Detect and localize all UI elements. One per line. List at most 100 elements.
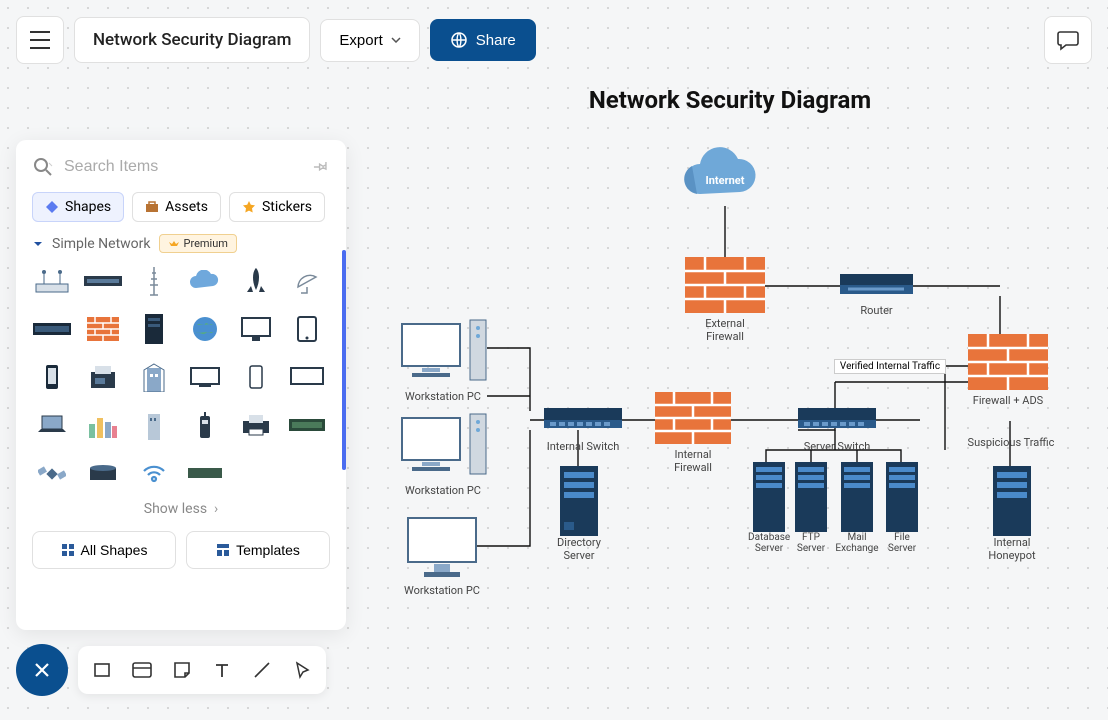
node-mail-exchange[interactable]: Mail Exchange xyxy=(834,462,880,554)
node-internal-switch[interactable]: Internal Switch xyxy=(544,408,622,453)
shape-wifi-router[interactable] xyxy=(32,263,72,299)
comments-button[interactable] xyxy=(1044,16,1092,64)
shape-desktop-monitor[interactable] xyxy=(236,311,276,347)
shape-globe[interactable] xyxy=(185,311,225,347)
shape-office-tower[interactable] xyxy=(134,407,174,443)
premium-badge: Premium xyxy=(159,234,237,253)
scrollbar-thumb[interactable] xyxy=(342,250,346,470)
chevron-right-icon: › xyxy=(214,501,218,517)
node-workstation-2[interactable]: Workstation PC xyxy=(398,412,488,497)
server-icon xyxy=(795,462,827,532)
shape-satellite-small[interactable] xyxy=(32,455,72,491)
node-internal-honeypot[interactable]: Internal Honeypot xyxy=(986,466,1038,562)
close-icon xyxy=(32,660,52,680)
node-database-server[interactable]: Database Server xyxy=(748,462,790,554)
shape-building[interactable] xyxy=(134,359,174,395)
layout-icon xyxy=(216,543,230,557)
shape-rack-unit[interactable] xyxy=(287,407,327,443)
diagram-title-box[interactable]: Network Security Diagram xyxy=(74,17,310,63)
shape-fax-machine[interactable] xyxy=(83,359,123,395)
workstation-icon xyxy=(398,412,488,480)
server-icon xyxy=(841,462,873,532)
shape-widescreen[interactable] xyxy=(287,359,327,395)
shape-rack-switch-2[interactable] xyxy=(32,311,72,347)
templates-button[interactable]: Templates xyxy=(186,531,330,569)
tab-shapes-label: Shapes xyxy=(65,199,111,215)
shape-laptop[interactable] xyxy=(32,407,72,443)
shape-satellite-dish[interactable] xyxy=(287,263,327,299)
search-input[interactable] xyxy=(64,158,302,176)
chevron-down-icon xyxy=(32,239,44,249)
category-name: Simple Network xyxy=(52,236,151,252)
diamond-icon xyxy=(45,200,59,214)
diagram-canvas[interactable]: Network Security Diagram Internet Extern… xyxy=(360,86,1100,646)
tab-assets[interactable]: Assets xyxy=(132,192,221,222)
crown-icon xyxy=(168,239,180,249)
caret-down-icon xyxy=(391,37,401,43)
node-workstation-3[interactable]: Workstation PC xyxy=(402,514,482,597)
shape-cordless-phone[interactable] xyxy=(185,407,225,443)
shape-server-tower[interactable] xyxy=(134,311,174,347)
shape-antenna-tower[interactable] xyxy=(134,263,174,299)
shape-rack-switch-1[interactable] xyxy=(83,263,123,299)
shape-flat-monitor[interactable] xyxy=(185,359,225,395)
hamburger-icon xyxy=(29,31,51,49)
node-workstation-1[interactable]: Workstation PC xyxy=(398,318,488,403)
shape-cityscape[interactable] xyxy=(83,407,123,443)
node-router[interactable]: Router xyxy=(840,274,913,317)
workstation-icon xyxy=(398,318,488,386)
server-icon xyxy=(560,466,598,536)
shape-disk-drive[interactable] xyxy=(83,455,123,491)
share-button[interactable]: Share xyxy=(430,19,536,61)
node-server-switch[interactable]: Server Switch xyxy=(798,408,876,453)
node-firewall-ads[interactable]: Firewall + ADS xyxy=(968,334,1048,407)
briefcase-icon xyxy=(145,200,159,214)
category-tabs: Shapes Assets Stickers xyxy=(32,192,330,222)
shape-grid xyxy=(32,263,330,491)
shape-printer[interactable] xyxy=(236,407,276,443)
tool-rectangle[interactable] xyxy=(82,650,122,690)
share-label: Share xyxy=(476,32,516,49)
shape-wifi-signal[interactable] xyxy=(134,455,174,491)
shape-smartphone[interactable] xyxy=(32,359,72,395)
node-internal-firewall[interactable]: Internal Firewall xyxy=(655,392,731,474)
export-label: Export xyxy=(339,32,382,49)
shape-small-switch[interactable] xyxy=(185,455,225,491)
note-icon xyxy=(172,660,192,680)
tab-assets-label: Assets xyxy=(165,199,208,215)
search-icon[interactable] xyxy=(32,156,54,178)
export-button[interactable]: Export xyxy=(320,19,419,62)
star-icon xyxy=(242,200,256,214)
shape-tablet[interactable] xyxy=(287,311,327,347)
shape-cloud[interactable] xyxy=(185,263,225,299)
server-icon xyxy=(993,466,1031,536)
show-less-button[interactable]: Show less › xyxy=(32,501,330,517)
server-icon xyxy=(753,462,785,532)
hamburger-menu-button[interactable] xyxy=(16,16,64,64)
tool-text[interactable] xyxy=(202,650,242,690)
tool-line[interactable] xyxy=(242,650,282,690)
tab-stickers-label: Stickers xyxy=(262,199,312,215)
tool-card[interactable] xyxy=(122,650,162,690)
pin-icon[interactable] xyxy=(312,158,330,176)
rectangle-icon xyxy=(92,660,112,680)
tab-stickers[interactable]: Stickers xyxy=(229,192,325,222)
monitor-icon xyxy=(402,514,482,580)
tab-shapes[interactable]: Shapes xyxy=(32,192,124,222)
node-internet[interactable]: Internet xyxy=(675,144,775,210)
tool-note[interactable] xyxy=(162,650,202,690)
shape-rocket[interactable] xyxy=(236,263,276,299)
tool-pointer[interactable] xyxy=(282,650,322,690)
shape-brick-firewall[interactable] xyxy=(83,311,123,347)
node-file-server[interactable]: File Server xyxy=(884,462,920,554)
node-directory-server[interactable]: Directory Server xyxy=(553,466,605,562)
close-toolbar-button[interactable] xyxy=(16,644,68,696)
card-icon xyxy=(131,661,153,679)
shape-phone-portrait[interactable] xyxy=(236,359,276,395)
grid-icon xyxy=(61,543,75,557)
node-external-firewall[interactable]: External Firewall xyxy=(685,257,765,343)
category-header[interactable]: Simple Network Premium xyxy=(32,234,330,253)
firewall-icon xyxy=(968,334,1048,390)
node-ftp-server[interactable]: FTP Server xyxy=(792,462,830,554)
all-shapes-button[interactable]: All Shapes xyxy=(32,531,176,569)
